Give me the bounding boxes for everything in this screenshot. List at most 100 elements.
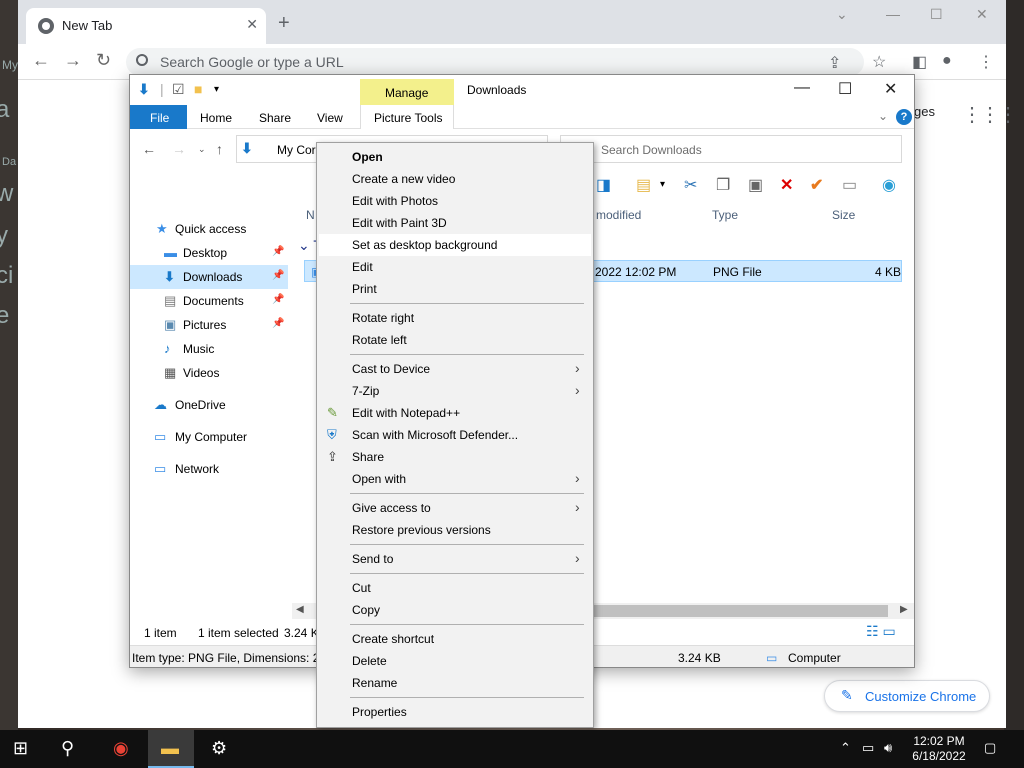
folder-options-icon[interactable]: ▤ — [636, 175, 651, 195]
system-clock[interactable]: 12:02 PM 6/18/2022 — [904, 734, 974, 764]
menu-item-send-to[interactable]: Send to › — [319, 548, 591, 570]
tab-home[interactable]: Home — [200, 111, 232, 125]
scrollbar-thumb[interactable] — [588, 605, 888, 617]
column-name-header[interactable]: N — [306, 208, 315, 222]
forward-arrow-icon[interactable]: → — [64, 50, 82, 71]
side-panel-icon[interactable]: ◧ — [912, 52, 927, 72]
minimize-icon[interactable]: — — [794, 79, 810, 97]
sidebar-item-videos[interactable]: ▦ Videos — [130, 361, 288, 385]
preview-pane-icon[interactable]: ◨ — [596, 175, 611, 195]
maximize-icon[interactable]: ☐ — [838, 79, 852, 99]
menu-item-copy[interactable]: Copy — [319, 599, 591, 621]
menu-item-create-video[interactable]: Create a new video — [319, 168, 591, 190]
manage-contextual-tab[interactable]: Manage — [360, 79, 454, 105]
menu-item-edit-with-paint3d[interactable]: Edit with Paint 3D — [319, 212, 591, 234]
pin-icon[interactable]: 📌 — [272, 270, 284, 281]
customize-chrome-button[interactable]: ✎ Customize Chrome — [824, 680, 990, 712]
menu-item-7zip[interactable]: 7-Zip › — [319, 380, 591, 402]
help-icon[interactable]: ? — [896, 109, 912, 125]
profile-avatar-icon[interactable]: ● — [942, 52, 952, 70]
rename-icon[interactable]: ▭ — [842, 175, 857, 195]
large-icons-view-icon[interactable]: ▭ — [882, 623, 895, 639]
globe-icon[interactable]: ◉ — [882, 175, 896, 195]
close-window-icon[interactable]: ✕ — [884, 79, 897, 99]
dropdown-chevron-icon[interactable]: ▾ — [660, 179, 665, 190]
ribbon-expand-chevron-icon[interactable]: ⌄ — [878, 109, 888, 123]
back-arrow-icon[interactable]: ← — [142, 141, 156, 157]
cut-scissors-icon[interactable]: ✂ — [684, 175, 697, 195]
chrome-menu-icon[interactable]: ⋮ — [978, 52, 994, 72]
menu-item-rotate-left[interactable]: Rotate left — [319, 329, 591, 351]
menu-item-set-desktop-background[interactable]: Set as desktop background — [319, 234, 591, 256]
sidebar-item-pictures[interactable]: ▣ Pictures 📌 — [130, 313, 288, 337]
sidebar-item-downloads[interactable]: ⬇ Downloads 📌 — [130, 265, 288, 289]
menu-item-print[interactable]: Print — [319, 278, 591, 300]
menu-item-edit[interactable]: Edit — [319, 256, 591, 278]
forward-arrow-icon[interactable]: → — [172, 141, 186, 157]
network-tray-icon[interactable]: ▭ — [862, 740, 874, 756]
taskbar-search-button[interactable]: ⚲ — [48, 730, 94, 768]
tab-file[interactable]: File — [130, 105, 187, 129]
column-type-header[interactable]: Type — [712, 208, 738, 222]
properties-check-icon[interactable]: ☑ — [172, 81, 185, 98]
delete-x-icon[interactable]: ✕ — [780, 175, 793, 195]
sidebar-item-my-computer[interactable]: ▭ My Computer — [130, 425, 288, 449]
menu-item-give-access[interactable]: Give access to › — [319, 497, 591, 519]
taskbar-chrome-button[interactable]: ◉ — [100, 730, 146, 768]
reload-icon[interactable]: ↻ — [96, 50, 111, 71]
sidebar-item-documents[interactable]: ▤ Documents 📌 — [130, 289, 288, 313]
sidebar-item-desktop[interactable]: ▬ Desktop 📌 — [130, 241, 288, 265]
menu-item-edit-with-photos[interactable]: Edit with Photos — [319, 190, 591, 212]
details-view-icon[interactable]: ☷ — [866, 623, 879, 639]
share-icon[interactable]: ⇪ — [828, 53, 841, 73]
tab-picture-tools[interactable]: Picture Tools — [360, 105, 454, 129]
check-icon[interactable]: ✔ — [810, 175, 823, 195]
sidebar-item-onedrive[interactable]: ☁ OneDrive — [130, 393, 288, 417]
menu-item-rotate-right[interactable]: Rotate right — [319, 307, 591, 329]
back-arrow-icon[interactable]: ← — [32, 50, 50, 71]
column-modified-header[interactable]: modified — [596, 208, 641, 222]
new-folder-icon[interactable]: ■ — [194, 81, 202, 97]
taskbar-settings-button[interactable]: ⚙ — [198, 730, 244, 768]
pin-icon[interactable]: 📌 — [272, 294, 284, 305]
sidebar-item-music[interactable]: ♪ Music — [130, 337, 288, 361]
taskbar-file-explorer-button[interactable]: ▬ — [148, 730, 194, 768]
scroll-left-icon[interactable]: ◀ — [296, 604, 304, 615]
paste-clipboard-icon[interactable]: ▣ — [748, 175, 763, 195]
chrome-tab-new-tab[interactable]: New Tab ✕ — [26, 8, 266, 44]
tab-search-chevron-icon[interactable]: ⌄ — [836, 6, 848, 23]
new-tab-plus-icon[interactable]: + — [278, 12, 290, 35]
column-size-header[interactable]: Size — [832, 208, 855, 222]
menu-item-rename[interactable]: Rename — [319, 672, 591, 694]
pin-icon[interactable]: 📌 — [272, 246, 284, 257]
menu-item-scan-defender[interactable]: ⛨ Scan with Microsoft Defender... — [319, 424, 591, 446]
menu-item-open-with[interactable]: Open with › — [319, 468, 591, 490]
tab-view[interactable]: View — [317, 111, 343, 125]
sidebar-item-network[interactable]: ▭ Network — [130, 457, 288, 481]
tab-share[interactable]: Share — [259, 111, 291, 125]
menu-item-cut[interactable]: Cut — [319, 577, 591, 599]
up-arrow-icon[interactable]: ↑ — [216, 141, 223, 157]
notifications-icon[interactable]: ▢ — [984, 740, 996, 756]
menu-item-open[interactable]: Open — [319, 146, 591, 168]
search-input[interactable]: Search Downloads — [560, 135, 902, 163]
volume-icon[interactable]: 🔊︎ — [884, 740, 892, 756]
pin-icon[interactable]: 📌 — [272, 318, 284, 329]
menu-item-restore-versions[interactable]: Restore previous versions — [319, 519, 591, 541]
scroll-right-icon[interactable]: ▶ — [900, 604, 908, 615]
bookmark-star-icon[interactable]: ☆ — [872, 52, 886, 72]
menu-item-properties[interactable]: Properties — [319, 701, 591, 723]
maximize-icon[interactable]: ☐ — [930, 6, 943, 23]
omnibox[interactable]: Search Google or type a URL ⇪ — [126, 48, 864, 76]
close-window-icon[interactable]: ✕ — [976, 6, 988, 23]
images-link-partial[interactable]: ges — [914, 104, 935, 119]
tray-chevron-up-icon[interactable]: ⌃ — [840, 740, 851, 756]
menu-item-delete[interactable]: Delete — [319, 650, 591, 672]
google-apps-grid-icon[interactable]: ⋮⋮⋮ — [962, 102, 1018, 127]
copy-icon[interactable]: ❐ — [716, 175, 730, 195]
menu-item-create-shortcut[interactable]: Create shortcut — [319, 628, 591, 650]
customize-qat-dropdown-icon[interactable]: ▾ — [214, 84, 219, 95]
menu-item-cast-to-device[interactable]: Cast to Device › — [319, 358, 591, 380]
menu-item-edit-notepadpp[interactable]: ✎ Edit with Notepad++ — [319, 402, 591, 424]
menu-item-share[interactable]: ⇪ Share — [319, 446, 591, 468]
